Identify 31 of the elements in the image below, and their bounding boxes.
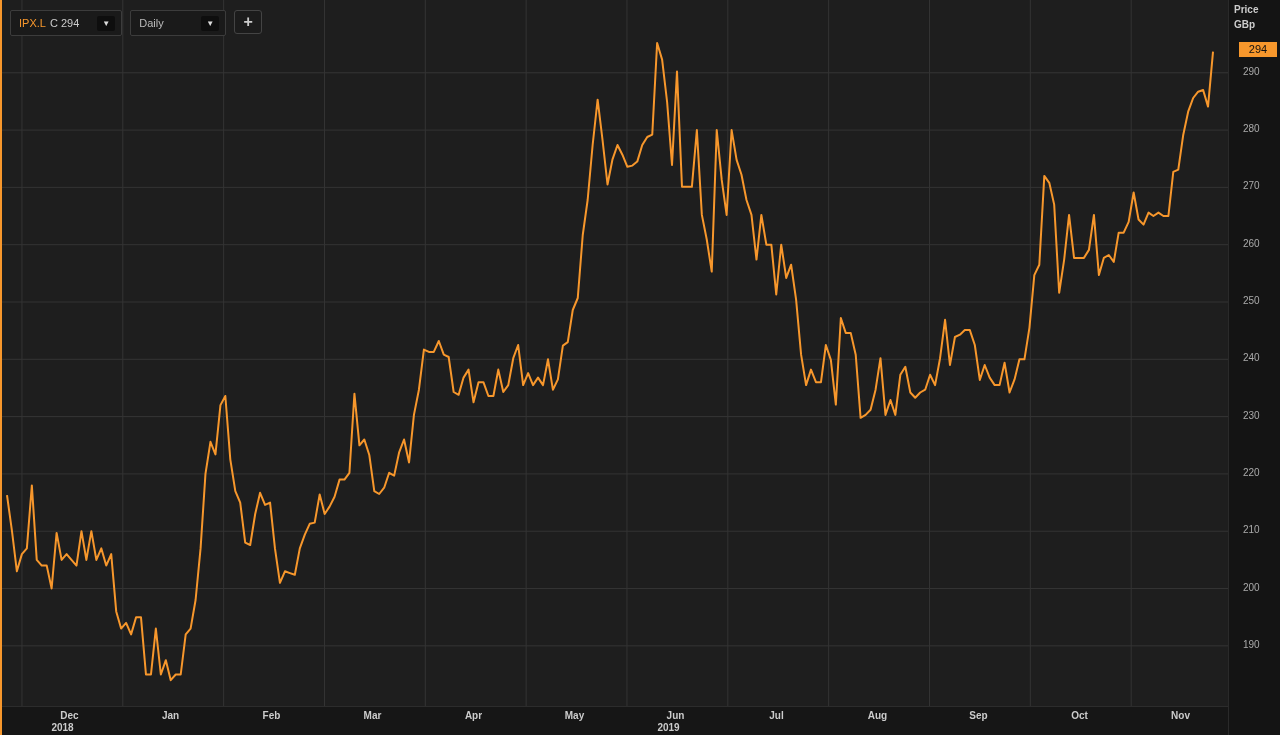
month-label: Mar [363, 710, 382, 721]
axis-tick-label: 230 [1243, 409, 1260, 421]
axis-tick-label: 210 [1243, 524, 1260, 536]
axis-tick-label: 260 [1243, 237, 1260, 249]
month-label: Aug [867, 710, 888, 721]
last-price-badge: 294 [1239, 41, 1277, 57]
axis-tick-label: 190 [1243, 638, 1260, 650]
axis-title: Price [1234, 4, 1259, 15]
axis-tick-label: 280 [1243, 123, 1260, 135]
axis-unit: GBp [1234, 19, 1256, 30]
month-label: May [564, 710, 585, 721]
axis-tick-label: 240 [1243, 352, 1260, 364]
month-label: Jul [769, 710, 784, 721]
month-label: Feb [262, 710, 281, 721]
year-label: 2019 [657, 722, 680, 733]
month-label: Apr [464, 710, 483, 721]
month-label: Oct [1071, 710, 1088, 721]
axis-tick-label: 270 [1243, 180, 1260, 192]
month-label: Jun [666, 710, 685, 721]
instrument-dropdown[interactable]: IPX.L C 294 ▼ [10, 10, 123, 36]
month-label: Dec [60, 710, 79, 721]
month-label: Sep [969, 710, 988, 721]
axis-tick-label: 250 [1243, 295, 1260, 306]
interval-dropdown[interactable]: Daily ▼ [130, 10, 227, 36]
axis-tick-label: 220 [1243, 466, 1260, 478]
axis-tick-label: 290 [1243, 65, 1260, 77]
add-button[interactable]: + [234, 10, 263, 34]
month-label: Jan [161, 710, 180, 721]
month-label: Nov [1171, 710, 1190, 721]
year-label: 2018 [51, 722, 74, 733]
axis-tick-label: 200 [1243, 581, 1260, 593]
